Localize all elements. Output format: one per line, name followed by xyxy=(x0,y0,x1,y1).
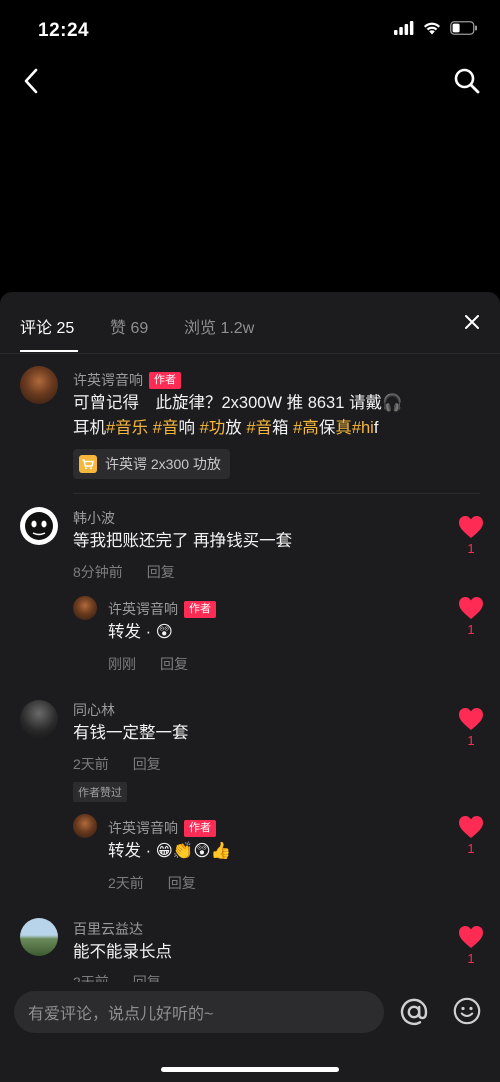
reply-1-author[interactable]: 许英谔音响 xyxy=(108,599,178,619)
reply-2-like-count: 1 xyxy=(467,841,475,856)
reply-1-reply-button[interactable]: 回复 xyxy=(160,654,188,674)
comment-2-meta: 2天前 回复 xyxy=(73,754,161,774)
author-liked-badge: 作者赞过 xyxy=(73,782,127,802)
search-button[interactable] xyxy=(450,64,484,98)
status-time: 12:24 xyxy=(38,20,90,41)
comment-3-text: 能不能录长点 xyxy=(73,943,172,961)
reply-2-like-button[interactable]: 1 xyxy=(456,815,486,856)
tab-comments[interactable]: 评论 25 xyxy=(20,314,74,338)
tab-views[interactable]: 浏览 1.2w xyxy=(184,314,254,338)
battery-icon xyxy=(450,21,478,40)
close-button[interactable] xyxy=(462,312,482,332)
reply-1-like-count: 1 xyxy=(467,622,475,637)
post-text-line2: 耳机#音乐 #音响 #功放 #音箱 #高保真#hif xyxy=(73,419,379,437)
comment-input-bar: 有爱评论，说点儿好听的~ xyxy=(0,982,500,1082)
hashtag-music[interactable]: #音乐 xyxy=(106,419,148,437)
comment-2-like-count: 1 xyxy=(467,733,475,748)
hashtag-gao[interactable]: #高 xyxy=(293,419,319,437)
commenter-avatar[interactable] xyxy=(20,700,58,738)
comment-3-like-button[interactable]: 1 xyxy=(456,925,486,966)
reply-2-author[interactable]: 许英谔音响 xyxy=(108,818,178,838)
heart-icon xyxy=(459,516,483,538)
post-text: 可曾记得 此旋律？2x300W 推 8631 请戴🎧 耳机#音乐 #音响 #功放… xyxy=(73,391,473,441)
comment-1-meta: 8分钟前 回复 xyxy=(73,562,175,582)
author-tag: 作者 xyxy=(149,371,181,389)
comment-1-author[interactable]: 韩小波 xyxy=(73,508,115,528)
comment-sheet: 评论 25 赞 69 浏览 1.2w 许英谔音响 作者 可曾记得 此旋律？2x3… xyxy=(0,292,500,1082)
post-text-line1: 可曾记得 此旋律？2x300W 推 8631 请戴🎧 xyxy=(73,394,403,412)
comment-1-author-row: 韩小波 xyxy=(73,508,115,528)
tab-likes[interactable]: 赞 69 xyxy=(110,314,148,338)
tab-indicator xyxy=(20,350,78,352)
commenter-avatar[interactable] xyxy=(20,918,58,956)
comment-2-author-row: 同心林 xyxy=(73,700,115,720)
comment-1-text: 等我把账还完了 再挣钱买一套 xyxy=(73,532,293,550)
comment-3-author-row: 百里云益达 xyxy=(73,919,143,939)
mention-button[interactable] xyxy=(398,996,430,1028)
reply-1-text: 转发 · 😲 xyxy=(108,623,173,641)
hashtag-gong[interactable]: #功 xyxy=(200,419,226,437)
comment-3-author[interactable]: 百里云益达 xyxy=(73,919,143,939)
post-author-row: 许英谔音响 作者 xyxy=(73,370,181,390)
comment-1-reply-button[interactable]: 回复 xyxy=(147,562,175,582)
hashtag-zhen[interactable]: 真 xyxy=(335,419,352,437)
reply-1-author-row: 许英谔音响 作者 xyxy=(108,599,216,619)
post-author-name[interactable]: 许英谔音响 xyxy=(73,370,143,390)
comment-2-reply-button[interactable]: 回复 xyxy=(133,754,161,774)
home-indicator xyxy=(161,1067,339,1072)
author-tag: 作者 xyxy=(184,819,216,837)
comment-1-like-count: 1 xyxy=(467,541,475,556)
emoji-button[interactable] xyxy=(452,996,482,1026)
comment-2-text: 有钱一定整一套 xyxy=(73,724,189,742)
product-link[interactable]: 许英谔 2x300 功放 xyxy=(73,449,230,479)
at-sign-icon xyxy=(400,998,428,1026)
close-icon xyxy=(465,315,479,329)
author-avatar[interactable] xyxy=(20,366,58,404)
commenter-avatar[interactable] xyxy=(20,507,58,545)
top-nav xyxy=(0,56,500,106)
heart-icon xyxy=(459,708,483,730)
heart-icon xyxy=(459,816,483,838)
reply-1-time: 刚刚 xyxy=(108,656,136,672)
hashtag-hi[interactable]: #hi xyxy=(352,419,374,437)
shopping-cart-icon xyxy=(79,455,97,473)
reply-2-reply-button[interactable]: 回复 xyxy=(168,873,196,893)
back-button[interactable] xyxy=(14,64,48,98)
status-bar: 12:24 xyxy=(0,0,500,56)
divider xyxy=(73,493,480,494)
comment-2-time: 2天前 xyxy=(73,756,109,772)
comment-3-like-count: 1 xyxy=(467,951,475,966)
comment-tabs: 评论 25 赞 69 浏览 1.2w xyxy=(0,292,500,354)
reply-1-meta: 刚刚 回复 xyxy=(108,654,188,674)
reply-2-time: 2天前 xyxy=(108,875,144,891)
reply-avatar[interactable] xyxy=(73,814,97,838)
heart-icon xyxy=(459,597,483,619)
reply-2-author-row: 许英谔音响 作者 xyxy=(108,818,216,838)
search-icon xyxy=(454,68,480,94)
cellular-signal-icon xyxy=(394,21,414,40)
product-name: 许英谔 2x300 功放 xyxy=(105,456,221,472)
reply-avatar[interactable] xyxy=(73,596,97,620)
status-icons xyxy=(394,21,478,40)
reply-1-like-button[interactable]: 1 xyxy=(456,596,486,637)
comment-2-author[interactable]: 同心林 xyxy=(73,700,115,720)
reply-2-meta: 2天前 回复 xyxy=(108,873,196,893)
chevron-left-icon xyxy=(24,68,38,94)
comment-2-like-button[interactable]: 1 xyxy=(456,707,486,748)
comment-1-time: 8分钟前 xyxy=(73,564,123,580)
comment-input[interactable]: 有爱评论，说点儿好听的~ xyxy=(14,991,384,1033)
reply-2-text: 转发 · 😁👏😲👍 xyxy=(108,842,232,860)
smiley-icon xyxy=(453,997,481,1025)
comment-1-like-button[interactable]: 1 xyxy=(456,515,486,556)
heart-icon xyxy=(459,926,483,948)
hashtag-yin-2[interactable]: #音 xyxy=(246,419,272,437)
wifi-icon xyxy=(423,21,441,40)
author-tag: 作者 xyxy=(184,600,216,618)
hashtag-yin[interactable]: #音 xyxy=(153,419,179,437)
